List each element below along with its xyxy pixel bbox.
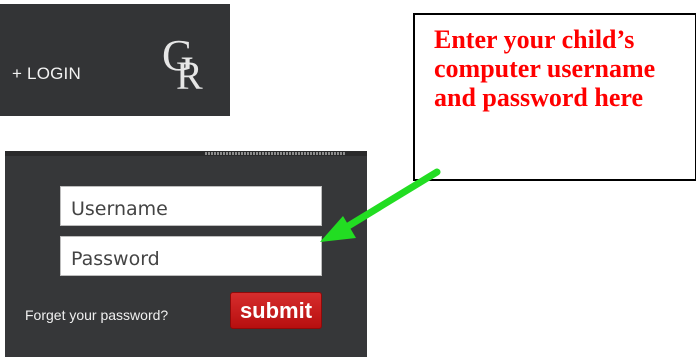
site-logo: G R [162, 30, 212, 100]
login-panel: Forget your password? submit [5, 151, 367, 357]
site-header: + LOGIN G R [0, 4, 230, 116]
username-input[interactable] [60, 186, 322, 226]
logo-letter-r: R [176, 53, 203, 98]
callout-text: Enter your child’s computer username and… [434, 25, 656, 112]
page: + LOGIN G R Forget your password? submit… [0, 0, 696, 357]
submit-button[interactable]: submit [230, 292, 322, 329]
dotted-separator [205, 152, 345, 155]
forgot-password-link[interactable]: Forget your password? [25, 307, 168, 323]
panel-divider [5, 151, 367, 156]
login-link[interactable]: + LOGIN [12, 64, 81, 84]
password-input[interactable] [60, 236, 322, 276]
instruction-callout: Enter your child’s computer username and… [413, 13, 696, 181]
